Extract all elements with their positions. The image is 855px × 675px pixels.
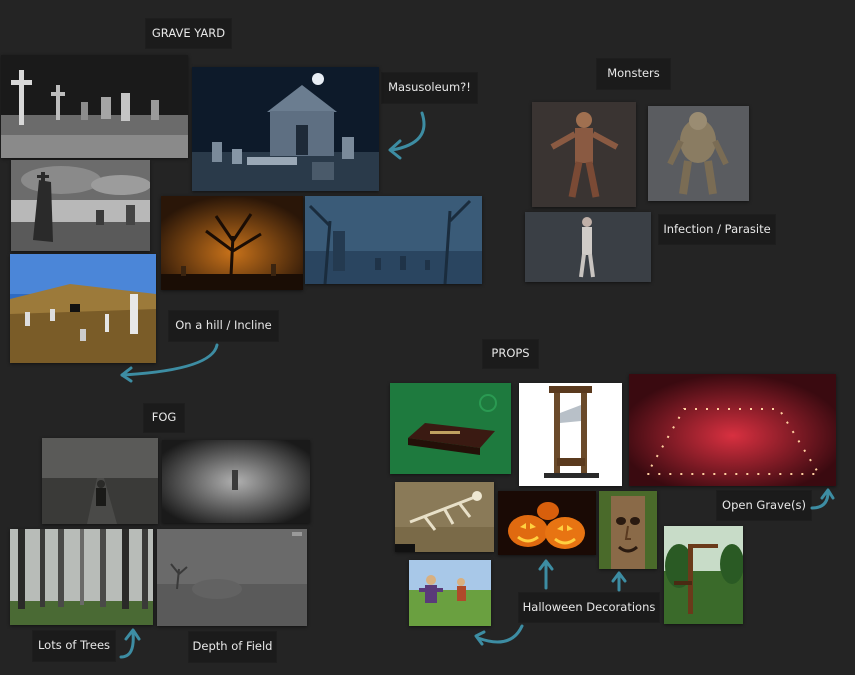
arrow-halloween-tree bbox=[611, 571, 627, 592]
label-depth-of-field[interactable]: Depth of Field bbox=[189, 632, 276, 662]
image-fog-dark-figure[interactable] bbox=[162, 440, 310, 523]
image-prop-skeleton[interactable] bbox=[395, 482, 494, 552]
label-halloween-decorations[interactable]: Halloween Decorations bbox=[519, 593, 659, 622]
image-graveyard-bw-crosses[interactable] bbox=[1, 55, 188, 158]
image-mausoleum-night[interactable] bbox=[192, 67, 379, 191]
arrow-halloween-pumpkins bbox=[538, 559, 554, 590]
arrow-mausoleum bbox=[388, 111, 426, 160]
label-infection-parasite[interactable]: Infection / Parasite bbox=[659, 215, 775, 244]
label-graveyard[interactable]: GRAVE YARD bbox=[146, 19, 231, 48]
image-graveyard-orange-tree[interactable] bbox=[161, 196, 303, 290]
image-fog-forest[interactable] bbox=[10, 529, 153, 625]
label-open-graves[interactable]: Open Grave(s) bbox=[717, 491, 811, 520]
image-prop-coffin[interactable] bbox=[390, 383, 511, 474]
image-prop-scarecrows[interactable] bbox=[409, 560, 491, 626]
image-monster-zombie[interactable] bbox=[532, 102, 636, 207]
arrow-halloween-left bbox=[474, 624, 524, 646]
label-fog[interactable]: FOG bbox=[144, 404, 184, 432]
image-fog-depth-of-field[interactable] bbox=[157, 529, 307, 626]
label-mausoleum[interactable]: Masusoleum?! bbox=[382, 73, 477, 103]
label-monsters[interactable]: Monsters bbox=[597, 59, 670, 89]
label-on-a-hill[interactable]: On a hill / Incline bbox=[169, 311, 278, 341]
image-prop-guillotine[interactable] bbox=[519, 383, 622, 486]
image-monster-parasite[interactable] bbox=[525, 212, 651, 282]
arrow-lots-of-trees bbox=[119, 628, 141, 659]
moodboard-canvas[interactable]: GRAVE YARD Masusoleum?! Monsters Infecti… bbox=[0, 0, 855, 675]
image-prop-tree-face[interactable] bbox=[599, 491, 657, 569]
label-props[interactable]: PROPS bbox=[483, 340, 538, 368]
arrow-on-a-hill bbox=[120, 343, 219, 383]
arrow-open-graves bbox=[810, 488, 835, 510]
image-prop-open-grave-red[interactable] bbox=[629, 374, 836, 486]
image-fog-road-figure[interactable] bbox=[42, 438, 158, 524]
label-lots-of-trees[interactable]: Lots of Trees bbox=[33, 631, 115, 661]
image-prop-gallows[interactable] bbox=[664, 526, 743, 624]
image-prop-pumpkins[interactable] bbox=[498, 491, 596, 555]
image-graveyard-blue-fog[interactable] bbox=[305, 196, 482, 284]
image-monster-mutant[interactable] bbox=[648, 106, 749, 201]
image-graveyard-cloudy-bw[interactable] bbox=[11, 160, 150, 251]
